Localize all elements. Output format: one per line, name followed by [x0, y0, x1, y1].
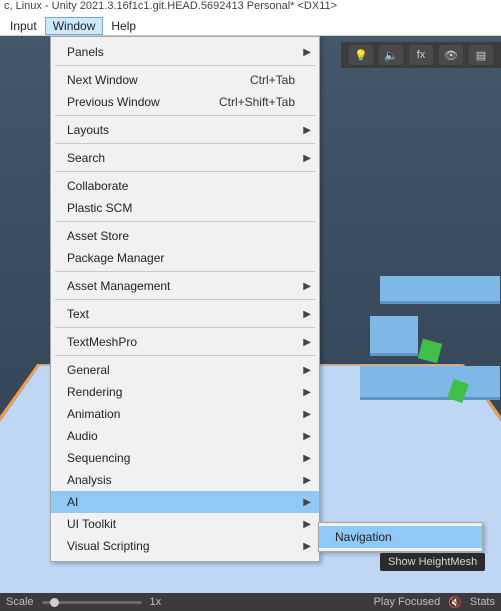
menu-item-analysis[interactable]: Analysis ▶ — [51, 469, 319, 491]
window-title: c, Linux - Unity 2021.3.16f1c1.git.HEAD.… — [0, 0, 501, 16]
chevron-right-icon: ▶ — [303, 497, 311, 508]
menu-item-label: Layouts — [67, 123, 109, 137]
chevron-right-icon: ▶ — [303, 519, 311, 530]
eye-icon[interactable]: 👁 — [439, 45, 463, 65]
menu-item-label: Asset Store — [67, 229, 129, 243]
menu-item-label: Asset Management — [67, 279, 170, 293]
layers-icon[interactable]: ▤ — [469, 45, 493, 65]
ai-submenu: Navigation — [318, 522, 483, 552]
chevron-right-icon: ▶ — [303, 47, 311, 58]
chevron-right-icon: ▶ — [303, 125, 311, 136]
obstacle — [380, 276, 500, 304]
slider-thumb[interactable] — [50, 598, 59, 607]
fx-icon[interactable]: fx — [409, 45, 433, 65]
menu-item-label: Animation — [67, 407, 120, 421]
menu-item-label: Visual Scripting — [67, 539, 150, 553]
play-focused-button[interactable]: Play Focused — [374, 596, 441, 608]
menu-item-label: UI Toolkit — [67, 517, 116, 531]
menu-item-ai[interactable]: AI ▶ — [51, 491, 319, 513]
menu-window[interactable]: Window — [45, 17, 104, 35]
menu-item-label: Audio — [67, 429, 98, 443]
menu-item-label: Plastic SCM — [67, 201, 132, 215]
submenu-item-navigation[interactable]: Navigation — [319, 526, 482, 548]
lightbulb-icon[interactable]: 💡 — [349, 45, 373, 65]
menu-item-rendering[interactable]: Rendering ▶ — [51, 381, 319, 403]
menu-item-label: General — [67, 363, 110, 377]
move-gizmo-icon — [418, 339, 442, 363]
menu-item-animation[interactable]: Animation ▶ — [51, 403, 319, 425]
tooltip: Show HeightMesh — [380, 553, 485, 571]
chevron-right-icon: ▶ — [303, 409, 311, 420]
scale-slider[interactable] — [42, 601, 142, 604]
chevron-right-icon: ▶ — [303, 541, 311, 552]
scale-label: Scale — [6, 596, 34, 608]
stats-button[interactable]: Stats — [470, 596, 495, 608]
mute-audio-icon[interactable]: 🔇 — [448, 596, 462, 609]
menu-item-visual-scripting[interactable]: Visual Scripting ▶ — [51, 535, 319, 557]
menu-item-shortcut: Ctrl+Tab — [250, 73, 295, 87]
menu-item-asset-store[interactable]: Asset Store — [51, 225, 319, 247]
menu-item-panels[interactable]: Panels ▶ — [51, 41, 319, 63]
audio-icon[interactable]: 🔈 — [379, 45, 403, 65]
chevron-right-icon: ▶ — [303, 475, 311, 486]
chevron-right-icon: ▶ — [303, 365, 311, 376]
menu-item-shortcut: Ctrl+Shift+Tab — [219, 95, 295, 109]
menu-item-package-manager[interactable]: Package Manager — [51, 247, 319, 269]
menu-item-label: Search — [67, 151, 105, 165]
menu-item-sequencing[interactable]: Sequencing ▶ — [51, 447, 319, 469]
status-bar: Scale 1x Play Focused 🔇 Stats — [0, 593, 501, 611]
menu-item-label: Package Manager — [67, 251, 164, 265]
menu-item-search[interactable]: Search ▶ — [51, 147, 319, 169]
menu-item-asset-management[interactable]: Asset Management ▶ — [51, 275, 319, 297]
menu-input[interactable]: Input — [2, 17, 45, 35]
obstacle — [370, 316, 418, 356]
menu-item-label: Panels — [67, 45, 104, 59]
menu-help[interactable]: Help — [103, 17, 144, 35]
menu-item-ui-toolkit[interactable]: UI Toolkit ▶ — [51, 513, 319, 535]
menu-item-layouts[interactable]: Layouts ▶ — [51, 119, 319, 141]
window-menu-dropdown: Panels ▶ Next Window Ctrl+Tab Previous Windo… — [50, 36, 320, 562]
menu-item-audio[interactable]: Audio ▶ — [51, 425, 319, 447]
menu-item-label: TextMeshPro — [67, 335, 137, 349]
menu-item-general[interactable]: General ▶ — [51, 359, 319, 381]
scene-toolbar: 💡 🔈 fx 👁 ▤ — [341, 42, 501, 68]
menu-item-collaborate[interactable]: Collaborate — [51, 175, 319, 197]
menu-bar: Input Window Help — [0, 16, 501, 36]
menu-item-previous-window[interactable]: Previous Window Ctrl+Shift+Tab — [51, 91, 319, 113]
menu-item-label: Text — [67, 307, 89, 321]
chevron-right-icon: ▶ — [303, 453, 311, 464]
chevron-right-icon: ▶ — [303, 309, 311, 320]
menu-item-label: Analysis — [67, 473, 112, 487]
chevron-right-icon: ▶ — [303, 431, 311, 442]
chevron-right-icon: ▶ — [303, 337, 311, 348]
chevron-right-icon: ▶ — [303, 387, 311, 398]
menu-item-label: AI — [67, 495, 78, 509]
chevron-right-icon: ▶ — [303, 153, 311, 164]
menu-item-label: Collaborate — [67, 179, 128, 193]
chevron-right-icon: ▶ — [303, 281, 311, 292]
zoom-label: 1x — [150, 596, 162, 608]
menu-item-next-window[interactable]: Next Window Ctrl+Tab — [51, 69, 319, 91]
menu-item-plastic-scm[interactable]: Plastic SCM — [51, 197, 319, 219]
submenu-item-label: Navigation — [335, 530, 392, 544]
menu-item-label: Sequencing — [67, 451, 130, 465]
menu-item-label: Rendering — [67, 385, 122, 399]
menu-item-text[interactable]: Text ▶ — [51, 303, 319, 325]
menu-item-label: Previous Window — [67, 95, 160, 109]
menu-item-label: Next Window — [67, 73, 138, 87]
menu-item-textmeshpro[interactable]: TextMeshPro ▶ — [51, 331, 319, 353]
obstacle — [360, 366, 500, 400]
